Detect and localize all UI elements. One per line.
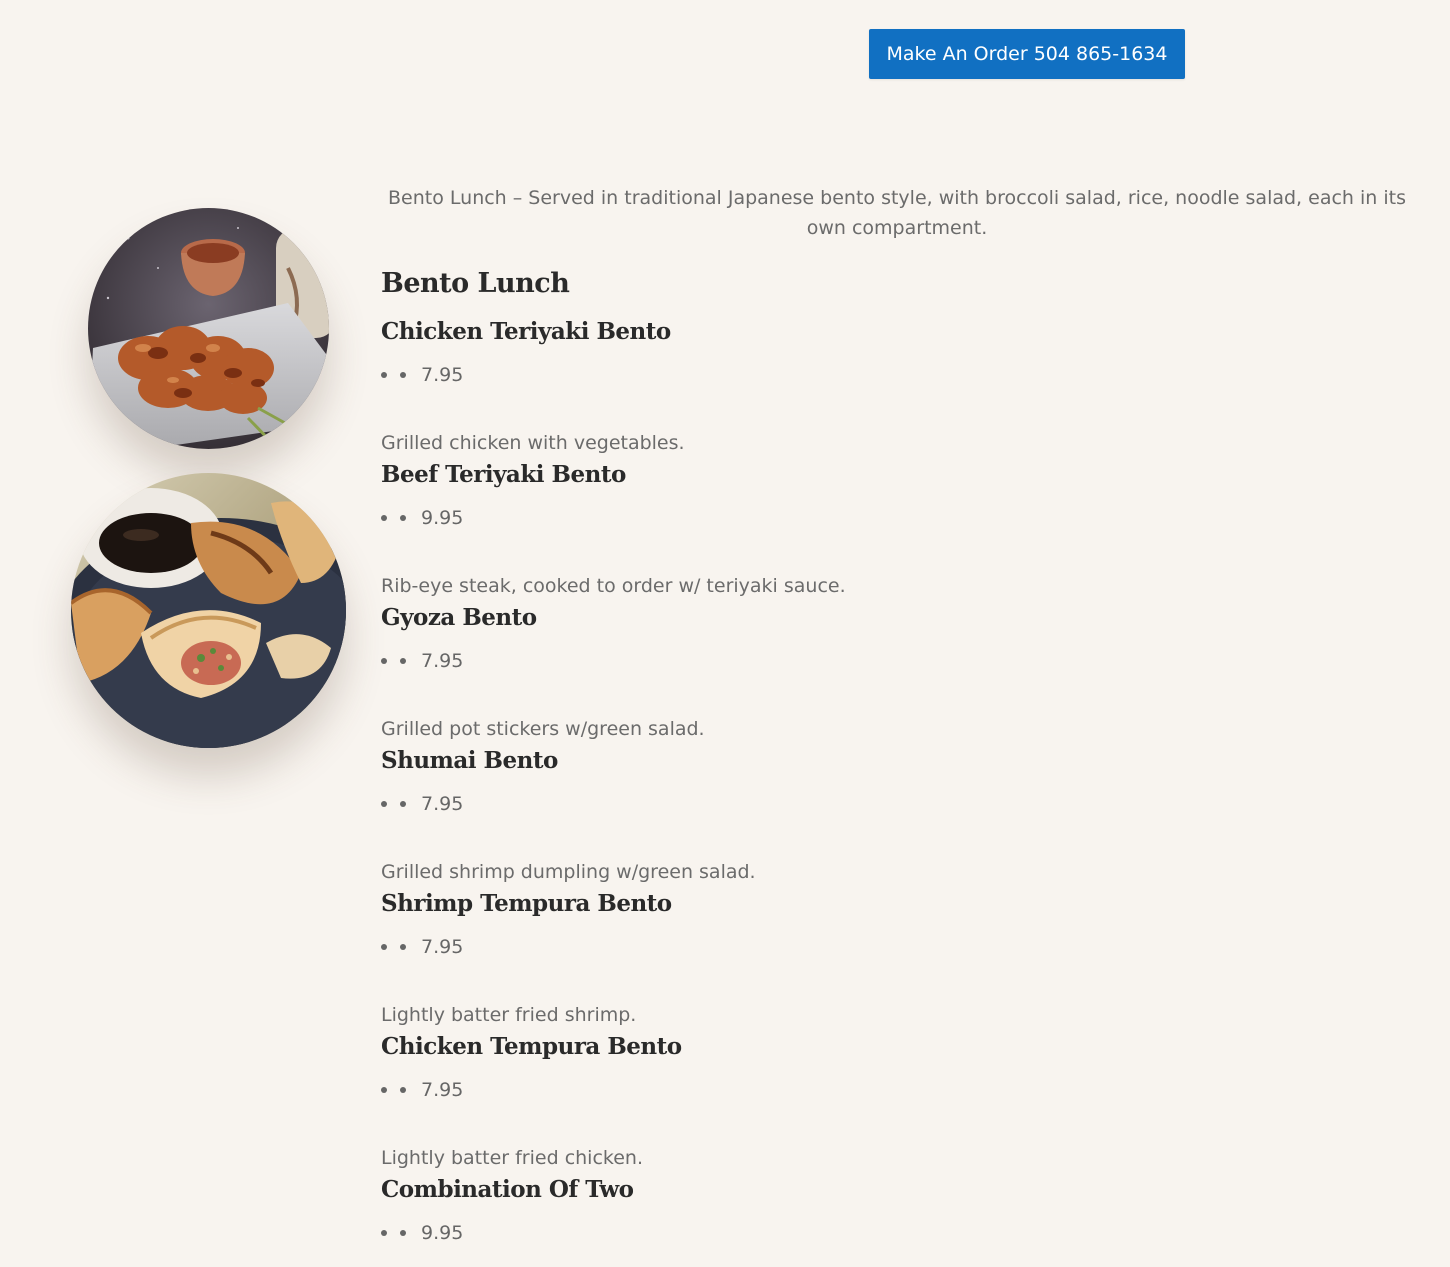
menu-item-price-row: 7.95 [381, 932, 1411, 962]
gyoza-photo [71, 473, 346, 748]
menu-item-price: 7.95 [421, 936, 464, 958]
menu-item-price-row: 7.95 [381, 360, 1411, 390]
section-title: Bento Lunch [381, 268, 570, 299]
menu-item-description: Rib-eye steak, cooked to order w/ teriya… [381, 575, 846, 597]
menu-item-price-row: 7.95 [381, 646, 1411, 676]
menu-item-price-row: 7.95 [381, 789, 1411, 819]
bento-menu: Bento Lunch Chicken Teriyaki Bento 7.95 … [381, 262, 1411, 1248]
bento-intro-text: Bento Lunch – Served in traditional Japa… [388, 187, 1406, 239]
menu-item: Chicken Teriyaki Bento 7.95 Grilled chic… [381, 315, 1411, 458]
bullet-icon [400, 944, 406, 950]
menu-item-price: 7.95 [421, 364, 464, 386]
bullet-icon [381, 372, 387, 378]
menu-item-price-row: 7.95 [381, 1075, 1411, 1105]
menu-item-description: Grilled chicken with vegetables. [381, 432, 685, 454]
menu-item: Shumai Bento 7.95 Grilled shrimp dumplin… [381, 744, 1411, 887]
bullet-icon [381, 801, 387, 807]
menu-item-name: Gyoza Bento [381, 604, 537, 631]
bullet-icon [400, 372, 406, 378]
menu-item: Gyoza Bento 7.95 Grilled pot stickers w/… [381, 601, 1411, 744]
menu-item-name: Shumai Bento [381, 747, 558, 774]
menu-item-name: Combination Of Two [381, 1176, 634, 1203]
menu-item: Chicken Tempura Bento 7.95 Lightly batte… [381, 1030, 1411, 1173]
menu-item-description: Grilled pot stickers w/green salad. [381, 718, 705, 740]
bullet-icon [381, 658, 387, 664]
menu-item-name: Chicken Tempura Bento [381, 1033, 682, 1060]
menu-item-description: Lightly batter fried chicken. [381, 1147, 644, 1169]
menu-item-price: 7.95 [421, 1079, 464, 1101]
bullet-icon [400, 515, 406, 521]
menu-item-price: 7.95 [421, 793, 464, 815]
menu-item-price-row: 9.95 [381, 1218, 1411, 1248]
bullet-icon [381, 515, 387, 521]
menu-item-name: Beef Teriyaki Bento [381, 461, 626, 488]
menu-item-name: Shrimp Tempura Bento [381, 890, 672, 917]
menu-item-price: 9.95 [421, 1222, 464, 1244]
bullet-icon [400, 658, 406, 664]
menu-item: Combination Of Two 9.95 [381, 1173, 1411, 1248]
menu-item: Shrimp Tempura Bento 7.95 Lightly batter… [381, 887, 1411, 1030]
bullet-icon [400, 1087, 406, 1093]
bullet-icon [381, 944, 387, 950]
menu-item-price-row: 9.95 [381, 503, 1411, 533]
menu-item: Beef Teriyaki Bento 9.95 Rib-eye steak, … [381, 458, 1411, 601]
menu-item-price: 7.95 [421, 650, 464, 672]
bullet-icon [381, 1230, 387, 1236]
menu-item-description: Grilled shrimp dumpling w/green salad. [381, 861, 756, 883]
chicken-skewer-photo [88, 208, 329, 449]
menu-item-name: Chicken Teriyaki Bento [381, 318, 671, 345]
make-an-order-button[interactable]: Make An Order 504 865-1634 [869, 29, 1185, 79]
bullet-icon [400, 1230, 406, 1236]
bullet-icon [381, 1087, 387, 1093]
menu-item-description: Lightly batter fried shrimp. [381, 1004, 637, 1026]
menu-item-price: 9.95 [421, 507, 464, 529]
bullet-icon [400, 801, 406, 807]
